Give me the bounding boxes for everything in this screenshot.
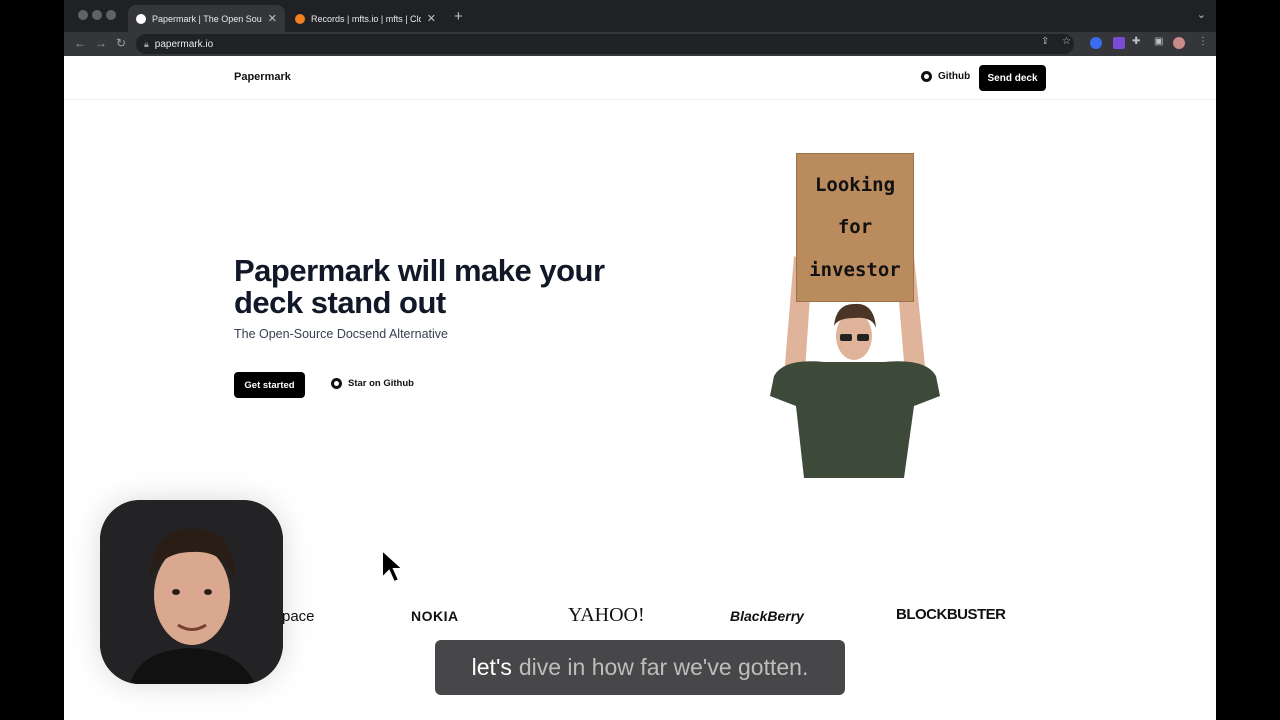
brand-logo[interactable]: Papermark	[234, 71, 291, 83]
github-icon	[331, 378, 342, 389]
tab-close-icon[interactable]: ✕	[427, 12, 436, 25]
github-nav-label: Github	[938, 71, 971, 82]
sign-line-2: for	[837, 216, 873, 239]
sign-line-3: investor	[809, 258, 901, 281]
hero-subtitle: The Open-Source Docsend Alternative	[234, 327, 449, 341]
tab-title: Papermark | The Open Source	[152, 13, 262, 24]
github-icon	[921, 71, 932, 82]
extensions-puzzle-icon[interactable]: ✚	[1132, 36, 1140, 47]
window-close-dot[interactable]	[78, 10, 88, 20]
extension-icon[interactable]	[1113, 37, 1125, 49]
star-on-github-label: Star on Github	[348, 378, 414, 389]
window-minimize-dot[interactable]	[92, 10, 102, 20]
sidebar-icon[interactable]: ▣	[1154, 36, 1163, 47]
video-caption: let's dive in how far we've gotten.	[435, 640, 845, 695]
mouse-cursor-icon	[381, 548, 404, 584]
tab-search-icon[interactable]: ⌄	[1197, 8, 1206, 21]
tab-close-icon[interactable]: ✕	[268, 12, 277, 25]
window-zoom-dot[interactable]	[106, 10, 116, 20]
github-nav-link[interactable]: Github	[921, 71, 970, 82]
papermark-favicon-icon	[136, 13, 146, 24]
caption-highlight: let's	[471, 654, 512, 680]
logo-blackberry: BlackBerry	[730, 608, 804, 624]
get-started-button[interactable]: Get started	[234, 372, 305, 398]
star-icon[interactable]: ☆	[1062, 36, 1071, 47]
tab-title: Records | mfts.io | mfts | Cloudf	[311, 13, 421, 24]
tab-bar: Papermark | The Open Source ✕ Records | …	[64, 0, 1216, 32]
sign-line-1: Looking	[814, 174, 896, 197]
presenter-face-video	[100, 500, 283, 684]
tab-records[interactable]: Records | mfts.io | mfts | Cloudf ✕	[287, 5, 444, 32]
address-toolbar: ← → ↻ 🔒︎ papermark.io ⇪ ☆ ✚ ▣ ⋮	[64, 32, 1216, 56]
profile-avatar-icon[interactable]	[1173, 37, 1185, 49]
lock-icon: 🔒︎	[144, 38, 149, 49]
logo-yahoo: YAHOO!	[568, 604, 645, 626]
logo-pace: pace	[282, 608, 315, 625]
browser-menu-icon[interactable]: ⋮	[1198, 36, 1208, 47]
url-text: papermark.io	[154, 38, 214, 50]
logo-nokia: NOKIA	[411, 608, 459, 624]
hero-title: Papermark will make your deck stand out	[234, 253, 605, 320]
forward-icon[interactable]: →	[95, 36, 107, 50]
back-icon[interactable]: ←	[74, 36, 86, 50]
looking-for-investor-sign: Looking for investor	[796, 153, 914, 302]
new-tab-button[interactable]: +	[454, 8, 463, 25]
webcam-overlay	[100, 500, 283, 684]
tab-papermark[interactable]: Papermark | The Open Source ✕	[128, 5, 285, 32]
star-on-github-link[interactable]: Star on Github	[331, 378, 414, 389]
address-bar[interactable]: 🔒︎ papermark.io	[136, 34, 1074, 54]
cloudflare-favicon-icon	[295, 13, 305, 24]
share-icon[interactable]: ⇪	[1041, 36, 1049, 47]
send-deck-button[interactable]: Send deck	[979, 65, 1046, 91]
site-header: Papermark Github Send deck	[64, 56, 1216, 100]
logo-blockbuster: BLOCKBUSTER	[896, 606, 1006, 623]
reload-icon[interactable]: ↻	[116, 36, 126, 50]
caption-rest: dive in how far we've gotten.	[518, 654, 809, 680]
extension-1password-icon[interactable]	[1090, 37, 1102, 49]
